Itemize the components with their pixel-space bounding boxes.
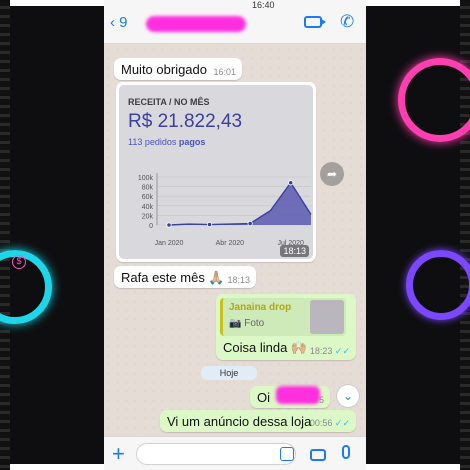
x-tick-label: Abr 2020 bbox=[216, 240, 245, 247]
message-time: 18:13 bbox=[227, 275, 250, 285]
y-tick-label: 0 bbox=[149, 223, 153, 230]
message-time: 16:01 bbox=[213, 67, 236, 77]
redacted-contact-name[interactable] bbox=[146, 16, 246, 32]
message-time: 00:56 ✓✓ bbox=[310, 418, 350, 429]
message-text: Oi bbox=[257, 390, 270, 405]
neon-ring-decoration bbox=[406, 250, 470, 320]
camera-icon[interactable] bbox=[310, 449, 326, 461]
quoted-thumbnail bbox=[310, 300, 344, 334]
status-clock: 16:40 bbox=[252, 0, 275, 10]
read-ticks-icon: ✓✓ bbox=[334, 346, 350, 356]
quoted-message[interactable]: Janaina drop 📷 Foto bbox=[220, 298, 346, 336]
x-tick-label: Jan 2020 bbox=[155, 240, 184, 247]
redacted-text bbox=[276, 386, 320, 404]
quoted-type-label: Foto bbox=[244, 318, 265, 329]
message-outgoing-reply[interactable]: Janaina drop 📷 Foto Coisa linda 🙌🏼 18:23… bbox=[216, 294, 356, 360]
sticker-icon[interactable] bbox=[280, 447, 294, 461]
y-tick-label: 80k bbox=[142, 185, 154, 192]
revenue-chart: 100k80k60k40k20k0Jan 2020 Abr 2020 Jul 202… bbox=[138, 173, 312, 247]
message-time: 18:23 ✓✓ bbox=[310, 346, 350, 357]
message-time-value: 00:56 bbox=[309, 418, 333, 428]
torn-edge-left bbox=[0, 0, 10, 470]
compose-bar: + bbox=[104, 436, 366, 470]
date-separator: Hoje bbox=[201, 366, 257, 380]
image-message[interactable]: RECEITA / NO MÊS R$ 21.822,43 113 pedido… bbox=[116, 82, 316, 262]
data-point bbox=[288, 180, 294, 186]
message-input[interactable] bbox=[136, 443, 296, 465]
data-point bbox=[247, 220, 253, 227]
data-point bbox=[166, 222, 172, 228]
y-tick-label: 60k bbox=[142, 194, 154, 201]
quoted-type: 📷 Foto bbox=[229, 318, 265, 329]
dollar-icon: $ bbox=[12, 255, 26, 269]
message-time-value: 18:23 bbox=[309, 346, 333, 356]
message-text: Muito obrigado bbox=[121, 62, 207, 77]
message-text: Rafa este mês 🙏🏼 bbox=[121, 270, 225, 285]
forward-icon[interactable]: ➦ bbox=[320, 162, 344, 186]
y-tick-label: 20k bbox=[142, 213, 154, 220]
revenue-area bbox=[169, 182, 311, 225]
message-incoming[interactable]: Rafa este mês 🙏🏼 18:13 bbox=[114, 266, 256, 288]
unread-count: 9 bbox=[119, 14, 128, 31]
message-text: Coisa linda 🙌🏼 bbox=[223, 340, 308, 355]
message-incoming[interactable]: Muito obrigado 16:01 bbox=[114, 58, 242, 80]
video-call-icon[interactable] bbox=[304, 16, 326, 28]
scroll-down-button[interactable]: ⌄ bbox=[336, 384, 360, 408]
data-point bbox=[206, 221, 213, 228]
chat-header: ‹ 9 16:40 ✆ bbox=[104, 0, 366, 44]
read-ticks-icon: ✓✓ bbox=[334, 418, 350, 428]
revenue-screenshot[interactable]: RECEITA / NO MÊS R$ 21.822,43 113 pedido… bbox=[119, 85, 313, 259]
message-time: 18:13 bbox=[280, 245, 309, 257]
attach-plus-icon[interactable]: + bbox=[112, 441, 125, 467]
message-text: Vi um anúncio dessa loja bbox=[167, 414, 312, 429]
phone-call-icon[interactable]: ✆ bbox=[340, 12, 354, 32]
message-outgoing[interactable]: Vi um anúncio dessa loja 00:56 ✓✓ bbox=[160, 410, 356, 432]
y-tick-label: 40k bbox=[142, 204, 154, 211]
back-button[interactable]: ‹ 9 bbox=[110, 14, 128, 31]
y-tick-label: 100k bbox=[138, 175, 154, 182]
microphone-icon[interactable] bbox=[342, 445, 350, 459]
quoted-sender: Janaina drop bbox=[229, 302, 292, 313]
